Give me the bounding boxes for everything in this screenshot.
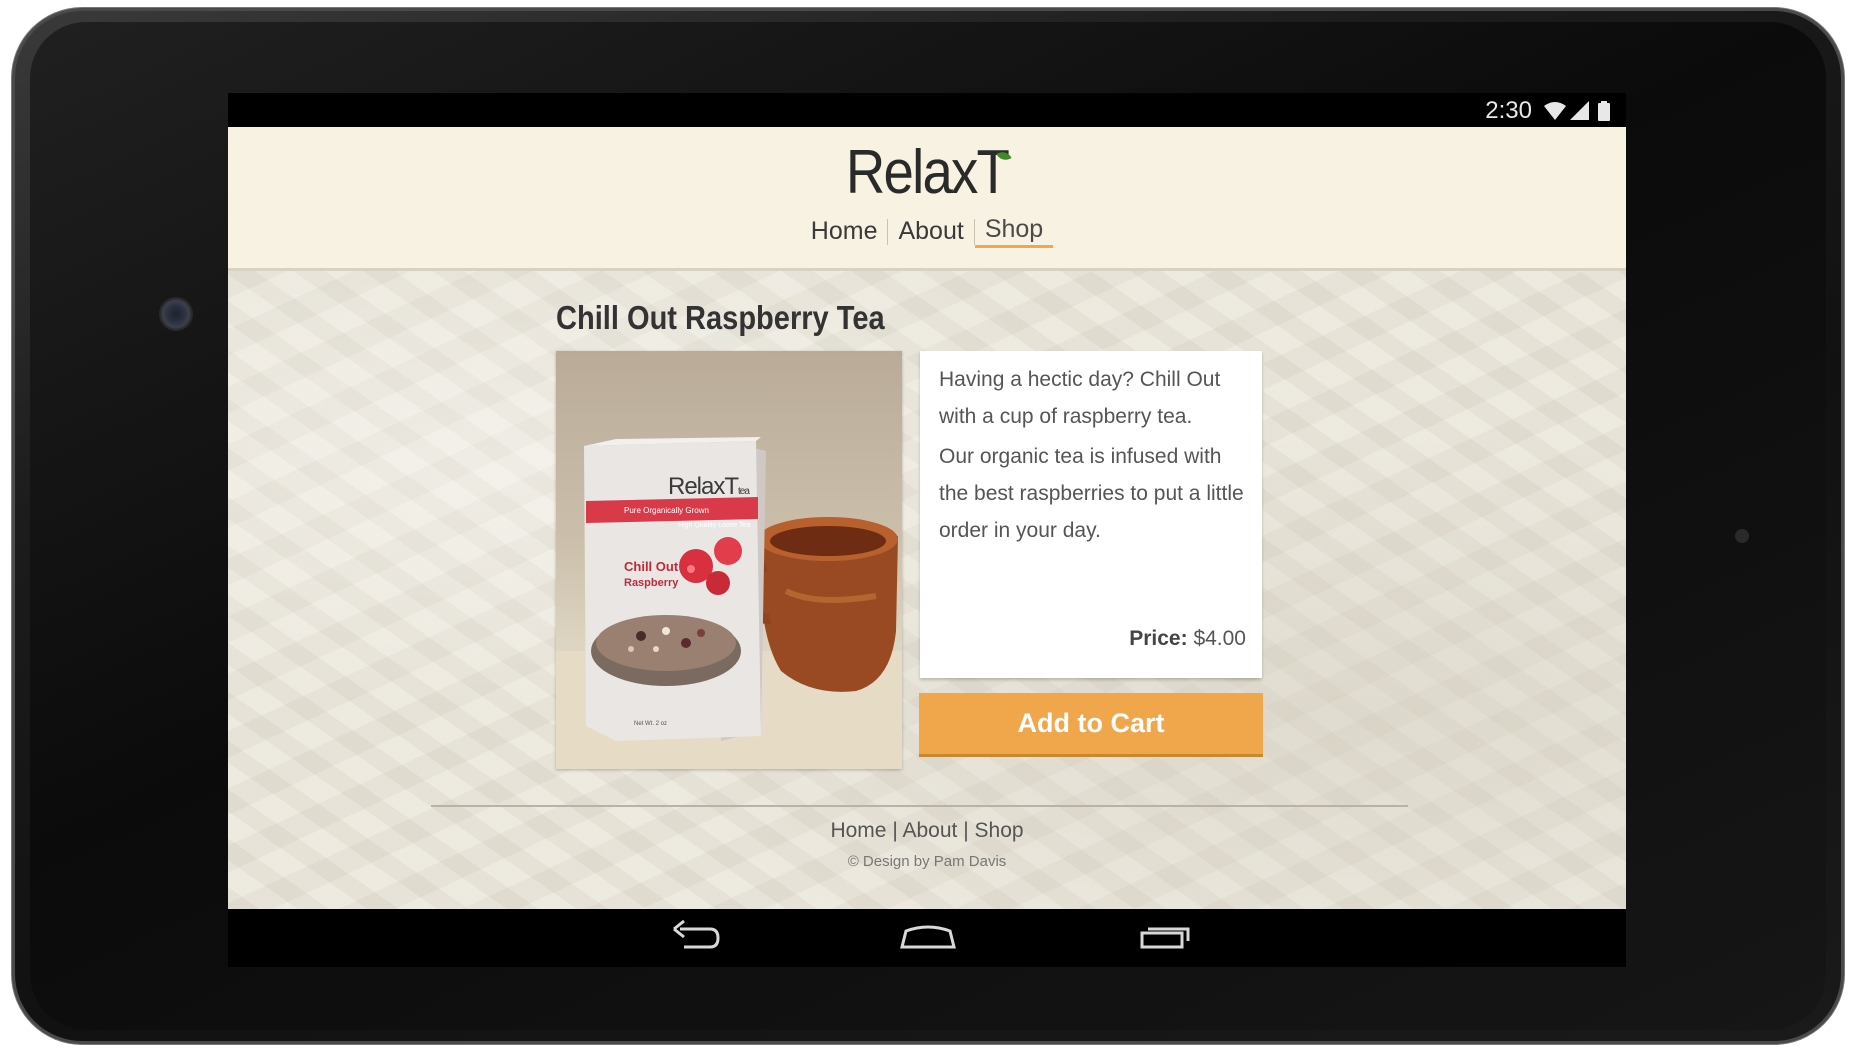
site-header: RelaxT Home About Shop [228,127,1626,271]
nav-shop[interactable]: Shop [974,215,1054,248]
footer-separator: | [892,819,898,842]
box-tagline-2: High Quality Loose Tea [678,522,751,529]
status-bar: 2:30 [228,93,1626,127]
recents-icon[interactable] [1136,917,1196,957]
system-nav-bar [228,909,1626,967]
top-nav: Home About Shop [228,215,1626,248]
description-paragraph-2: Our organic tea is infused with the best… [939,445,1244,542]
status-time: 2:30 [1485,97,1532,124]
wifi-icon [1544,101,1566,126]
light-sensor [1735,529,1749,543]
home-icon[interactable] [898,917,958,957]
battery-icon [1598,101,1610,126]
box-net-weight: Net Wt. 2 oz [634,721,668,727]
box-product-name: Chill Out Raspberry [624,559,679,589]
price-value: $4.00 [1193,627,1246,650]
nav-home[interactable]: Home [801,217,888,246]
footer-divider [431,805,1408,807]
description-paragraph-1: Having a hectic day? Chill Out with a cu… [939,368,1221,428]
add-to-cart-button[interactable]: Add to Cart [919,693,1263,757]
price-row: Price: $4.00 [1129,627,1246,651]
footer-link-home[interactable]: Home [830,819,886,842]
footer-link-shop[interactable]: Shop [975,819,1024,842]
footer-link-about[interactable]: About [902,819,957,842]
signal-icon [1570,101,1590,126]
product-title: Chill Out Raspberry Tea [556,299,885,336]
description-card: Having a hectic day? Chill Out with a cu… [920,351,1262,678]
main-content: Chill Out Raspberry Tea RelaxTtea Pure O… [228,271,1626,909]
price-label: Price: [1129,627,1188,650]
site-logo[interactable]: RelaxT [312,137,1542,208]
footer-separator: | [963,819,969,842]
box-brand: RelaxTtea [668,473,750,500]
nav-about[interactable]: About [888,217,973,246]
device-screen: 2:30 RelaxT Home About Shop Chill Out Ra… [228,93,1626,967]
footer-nav: Home | About | Shop [228,819,1626,843]
product-image: RelaxTtea Pure Organically Grown High Qu… [556,351,902,769]
back-icon[interactable] [666,917,726,957]
front-camera [161,299,191,329]
copyright-text: © Design by Pam Davis [847,853,1007,870]
box-tagline: Pure Organically Grown [624,506,709,515]
